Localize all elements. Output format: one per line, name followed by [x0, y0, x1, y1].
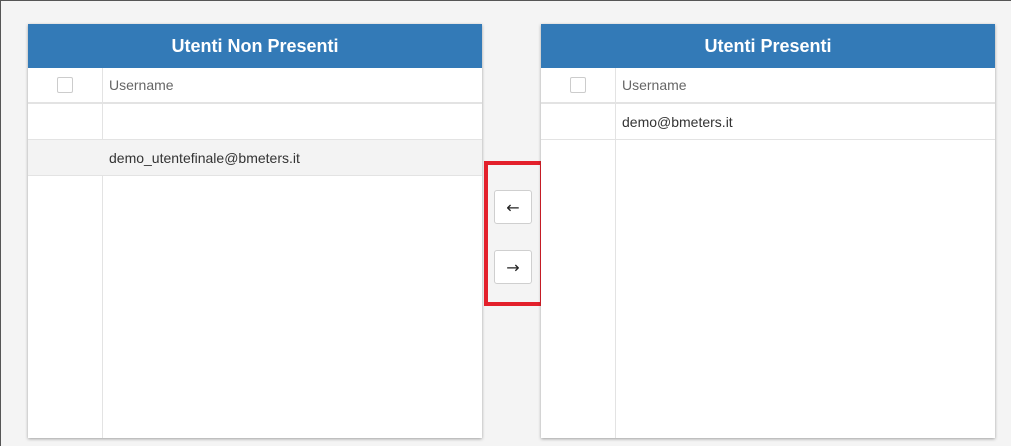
table-header-row: Username [28, 68, 482, 104]
users-table: Username demo_utentefinale@bmeters.it [28, 68, 482, 438]
username-cell: demo_utentefinale@bmeters.it [109, 149, 300, 166]
table-row[interactable]: demo@bmeters.it [541, 104, 995, 140]
transfer-controls: ← → [484, 161, 544, 306]
move-left-button[interactable]: ← [494, 190, 532, 224]
panel-title: Utenti Non Presenti [28, 24, 482, 68]
select-all-checkbox[interactable] [570, 77, 586, 93]
arrow-left-icon: ← [506, 197, 520, 217]
username-column-header[interactable]: Username [615, 77, 687, 93]
panel-utenti-presenti: Utenti Presenti Username demo@bmeters.it [541, 24, 995, 438]
panel-utenti-non-presenti: Utenti Non Presenti Username demo_utente… [28, 24, 482, 438]
table-row[interactable]: demo_utentefinale@bmeters.it [28, 140, 482, 176]
user-transfer-view: Utenti Non Presenti Username demo_utente… [0, 0, 1011, 446]
table-row[interactable] [28, 104, 482, 140]
table-header-row: Username [541, 68, 995, 104]
move-right-button[interactable]: → [494, 250, 532, 284]
username-column-header[interactable]: Username [102, 77, 174, 93]
arrow-right-icon: → [506, 257, 520, 277]
panel-title: Utenti Presenti [541, 24, 995, 68]
username-cell: demo@bmeters.it [622, 113, 733, 130]
users-table: Username demo@bmeters.it [541, 68, 995, 438]
select-all-checkbox[interactable] [57, 77, 73, 93]
